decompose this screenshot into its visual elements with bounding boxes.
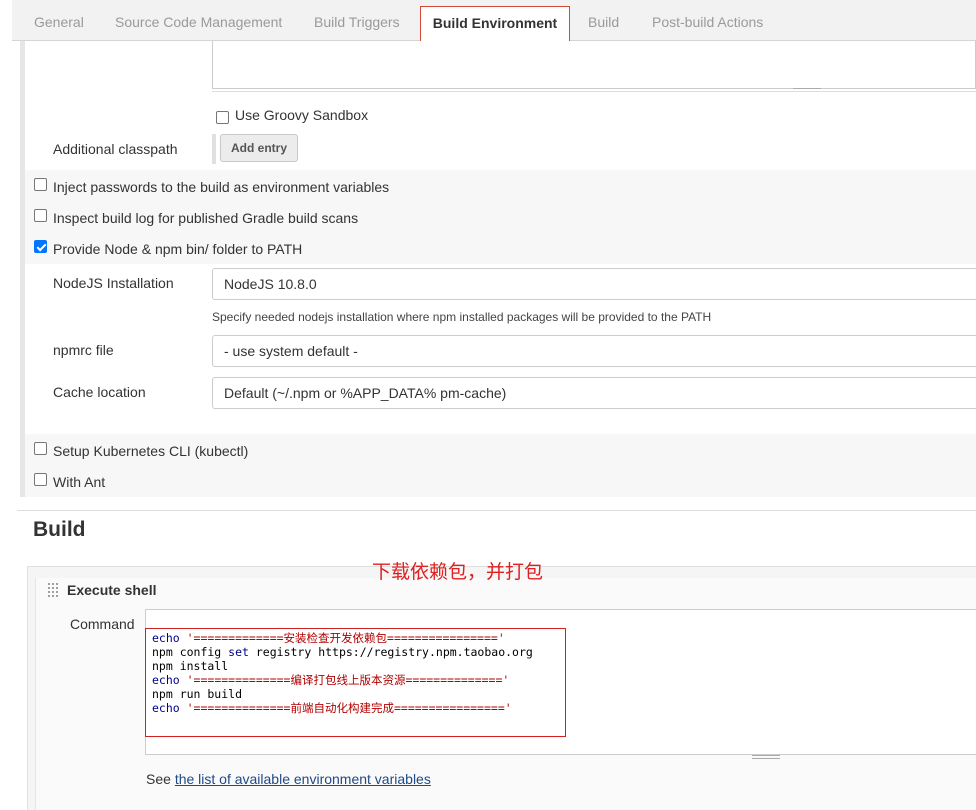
- code-keyword: echo: [152, 631, 187, 645]
- with-ant-label: With Ant: [53, 474, 106, 490]
- env-vars-hint: See the list of available environment va…: [146, 771, 431, 787]
- command-code: echo '=============安装检查开发依赖包============…: [152, 631, 533, 715]
- additional-classpath-label: Additional classpath: [53, 141, 178, 157]
- code-line-4: echo '==============编译打包线上版本资源==========…: [152, 673, 509, 687]
- code-text: npm config: [152, 645, 229, 659]
- npmrc-select[interactable]: - use system default -: [212, 335, 976, 367]
- use-groovy-sandbox-label: Use Groovy Sandbox: [235, 107, 369, 123]
- nodejs-installation-help: Specify needed nodejs installation where…: [212, 310, 712, 324]
- script-textarea[interactable]: [212, 41, 976, 89]
- code-string: '==============前端自动化构建完成================…: [186, 701, 512, 715]
- npmrc-label: npmrc file: [53, 342, 114, 358]
- code-line-1: echo '=============安装检查开发依赖包============…: [152, 631, 505, 645]
- code-string: '==============编译打包线上版本资源==============': [186, 673, 510, 687]
- setup-kubernetes-checkbox[interactable]: [34, 442, 47, 455]
- divider: [212, 91, 976, 92]
- code-line-6: echo '==============前端自动化构建完成===========…: [152, 701, 512, 715]
- add-entry-button[interactable]: Add entry: [220, 134, 298, 162]
- annotation-text: 下载依赖包，并打包: [372, 562, 544, 583]
- see-prefix: See: [146, 771, 175, 787]
- cache-location-label: Cache location: [53, 384, 146, 400]
- code-string: '=============安装检查开发依赖包================': [186, 631, 505, 645]
- tab-build-environment[interactable]: Build Environment: [420, 6, 570, 42]
- code-keyword: set: [228, 645, 249, 659]
- command-label: Command: [70, 616, 135, 632]
- inspect-gradle-checkbox[interactable]: [34, 209, 47, 222]
- setup-kubernetes-label: Setup Kubernetes CLI (kubectl): [53, 443, 249, 459]
- tab-build-triggers[interactable]: Build Triggers: [314, 14, 400, 30]
- provide-node-checkbox[interactable]: [34, 240, 47, 253]
- code-line-2: npm config set registry https://registry…: [152, 645, 533, 659]
- tab-post-build-actions[interactable]: Post-build Actions: [652, 14, 763, 30]
- inspect-gradle-label: Inspect build log for published Gradle b…: [53, 210, 359, 226]
- use-groovy-sandbox-checkbox[interactable]: [216, 111, 229, 124]
- with-ant-checkbox[interactable]: [34, 473, 47, 486]
- inject-passwords-label: Inject passwords to the build as environ…: [53, 179, 390, 195]
- execute-shell-title: Execute shell: [67, 582, 157, 598]
- inject-passwords-checkbox[interactable]: [34, 178, 47, 191]
- section-divider: [17, 510, 976, 511]
- code-keyword: echo: [152, 701, 187, 715]
- drag-handle-icon[interactable]: [47, 582, 59, 598]
- nodejs-installation-select[interactable]: NodeJS 10.8.0: [212, 268, 976, 300]
- code-keyword: echo: [152, 673, 187, 687]
- classpath-bar: [212, 134, 216, 164]
- provide-node-label: Provide Node & npm bin/ folder to PATH: [53, 241, 303, 257]
- build-section-heading: Build: [33, 518, 86, 541]
- tab-general[interactable]: General: [34, 14, 84, 30]
- cache-location-select[interactable]: Default (~/.npm or %APP_DATA% pm-cache): [212, 377, 976, 409]
- command-resize-handle[interactable]: [752, 755, 780, 759]
- tab-source-code-management[interactable]: Source Code Management: [115, 14, 282, 30]
- code-line-3: npm install: [152, 659, 229, 673]
- env-vars-link[interactable]: the list of available environment variab…: [175, 771, 431, 787]
- section-bar: [20, 41, 25, 497]
- tab-build[interactable]: Build: [588, 14, 619, 30]
- nodejs-installation-label: NodeJS Installation: [53, 275, 174, 291]
- code-text: registry https://registry.npm.taobao.org: [248, 645, 533, 659]
- code-line-5: npm run build: [152, 687, 243, 701]
